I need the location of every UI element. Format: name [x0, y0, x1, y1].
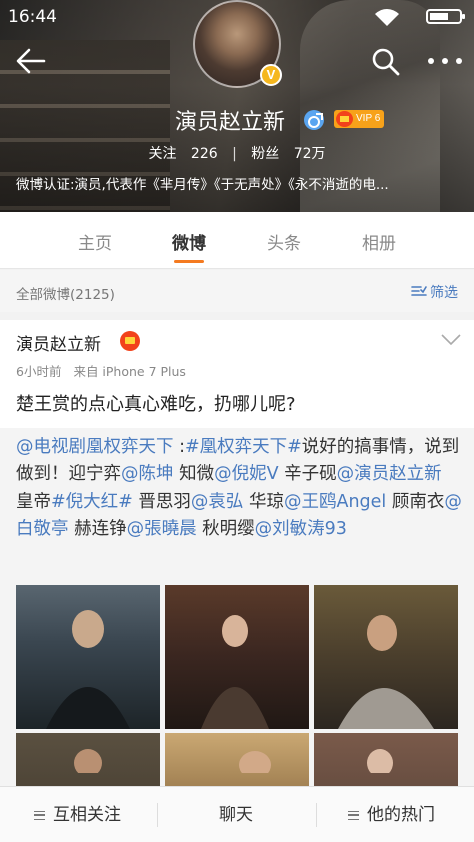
verified-v-badge: V	[260, 64, 282, 86]
vip-level: VIP 6	[356, 113, 381, 124]
filter-button[interactable]: 筛选	[430, 282, 458, 302]
profile-name: 演员赵立新	[175, 110, 286, 135]
repost-text-segment: :	[173, 437, 185, 457]
post-time: 6小时前	[16, 364, 62, 379]
following-stat[interactable]: 关注 226	[148, 146, 222, 162]
repost-text-segment: 皇帝	[16, 491, 51, 512]
more-icon[interactable]	[428, 54, 462, 68]
his-hot-label: 他的热门	[367, 805, 435, 825]
mention-link[interactable]: @袁弘	[191, 492, 244, 512]
bottom-action-bar: 互相关注 聊天 他的热门	[0, 786, 474, 842]
tab-headlines[interactable]: 头条	[244, 229, 324, 254]
male-gender-icon	[304, 110, 324, 130]
post-meta: 6小时前 来自 iPhone 7 Plus	[16, 361, 186, 380]
post-photo[interactable]	[16, 585, 160, 729]
repost-text-segment: 赫连铮	[68, 519, 127, 540]
post-author[interactable]: 演员赵立新	[16, 330, 101, 355]
vip-crown-icon	[120, 331, 140, 351]
repost-text-segment: 秋明缨	[196, 519, 255, 540]
mention-link[interactable]: @倪妮V	[214, 464, 278, 484]
wifi-icon	[375, 9, 399, 26]
mention-link[interactable]: @刘敏涛93	[255, 519, 347, 539]
mention-link[interactable]: @电视剧凰权弈天下	[16, 437, 174, 457]
all-posts-count[interactable]: 全部微博(2125)	[16, 283, 115, 303]
his-hot-button[interactable]: 他的热门	[348, 787, 435, 842]
back-arrow-icon[interactable]	[14, 46, 48, 76]
following-count: 226	[190, 146, 218, 162]
profile-stats: 关注 226 | 粉丝 72万	[0, 143, 474, 163]
post-card[interactable]: 演员赵立新 6小时前 来自 iPhone 7 Plus 楚王赏的点心真心难吃，扔…	[0, 320, 474, 842]
mention-link[interactable]: @張曉晨	[127, 519, 197, 539]
repost-text-segment: 华琼	[243, 491, 284, 512]
post-source: 来自 iPhone 7 Plus	[73, 364, 186, 379]
mention-link[interactable]: @演员赵立新	[337, 464, 442, 484]
followers-label: 粉丝	[251, 146, 280, 162]
chevron-down-icon[interactable]	[441, 334, 461, 346]
mention-link[interactable]: @陈坤	[121, 464, 174, 484]
tab-album[interactable]: 相册	[339, 229, 419, 254]
post-text: 楚王赏的点心真心难吃，扔哪儿呢?	[16, 394, 296, 415]
followers-count: 72万	[293, 146, 326, 162]
filter-bar: 全部微博(2125) 筛选	[0, 270, 474, 312]
post-photo[interactable]	[165, 585, 309, 729]
mutual-follow-button[interactable]: 互相关注	[34, 787, 121, 842]
mutual-follow-label: 互相关注	[53, 805, 121, 825]
mention-link[interactable]: #倪大红#	[51, 492, 133, 512]
menu-icon	[348, 810, 359, 820]
tab-home[interactable]: 主页	[55, 229, 135, 254]
repost-text: @电视剧凰权弈天下 :#凰权弈天下#说好的搞事情，说到做到！迎宁弈@陈坤 知微@…	[16, 434, 464, 544]
chat-button[interactable]: 聊天	[219, 787, 253, 842]
battery-icon	[426, 9, 465, 24]
repost-text-segment: 顾南衣	[386, 491, 445, 512]
following-label: 关注	[148, 146, 177, 162]
menu-icon	[34, 810, 45, 820]
repost-text-segment: 辛子砚	[278, 464, 337, 485]
tab-weibo[interactable]: 微博	[149, 229, 229, 254]
repost-text-segment: 晋思羽	[132, 491, 191, 512]
stats-divider: |	[232, 146, 237, 162]
mention-link[interactable]: @王鸥Angel	[284, 492, 386, 512]
active-tab-indicator	[174, 260, 204, 263]
profile-tabs: 主页 微博 头条 相册	[0, 212, 474, 269]
mention-link[interactable]: #凰权弈天下#	[185, 437, 302, 457]
verification-text: 微博认证:演员,代表作《芈月传》《于无声处》《永不消逝的电...	[16, 177, 389, 193]
filter-icon[interactable]	[411, 285, 427, 297]
status-time: 16:44	[8, 7, 57, 27]
repost-text-segment: 知微	[173, 464, 215, 485]
search-icon[interactable]	[370, 46, 402, 78]
reposted-content[interactable]: @电视剧凰权弈天下 :#凰权弈天下#说好的搞事情，说到做到！迎宁弈@陈坤 知微@…	[0, 428, 474, 842]
vip-badge[interactable]: VIP 6	[334, 110, 385, 128]
vip-crown-icon	[336, 111, 353, 127]
weibo-profile-screen: 16:44 V 演员赵立新 VIP 6 关注 226 | 粉丝 72万 微博认证…	[0, 0, 474, 842]
chat-label: 聊天	[219, 805, 253, 825]
followers-stat[interactable]: 粉丝 72万	[251, 146, 325, 162]
post-photo[interactable]	[314, 585, 458, 729]
